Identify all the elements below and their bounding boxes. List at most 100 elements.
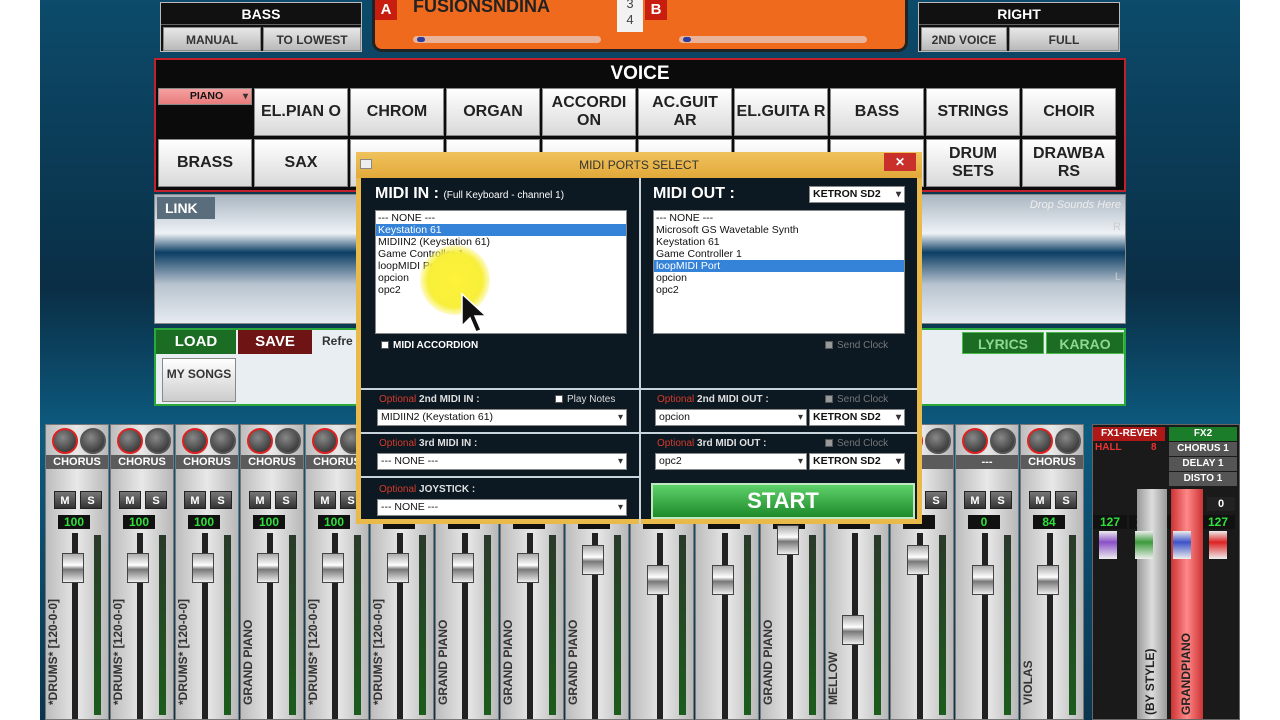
- mute-button[interactable]: M: [249, 491, 271, 509]
- mute-button[interactable]: M: [54, 491, 76, 509]
- fader-handle[interactable]: [972, 565, 994, 595]
- mute-button[interactable]: M: [964, 491, 986, 509]
- voice-button[interactable]: AC.GUIT AR: [638, 88, 732, 136]
- in3-select[interactable]: --- NONE ---: [377, 453, 627, 470]
- midi-port-option[interactable]: opc2: [376, 284, 626, 296]
- song-a-badge[interactable]: A: [375, 0, 397, 20]
- out2-device-select[interactable]: KETRON SD2: [809, 409, 905, 426]
- fader-handle[interactable]: [517, 553, 539, 583]
- mute-button[interactable]: M: [119, 491, 141, 509]
- solo-button[interactable]: S: [80, 491, 102, 509]
- knob-icon[interactable]: [117, 428, 143, 454]
- my-songs-button[interactable]: MY SONGS: [162, 358, 236, 402]
- voice-button[interactable]: STRINGS: [926, 88, 1020, 136]
- knob-icon[interactable]: [210, 428, 236, 454]
- fader-handle[interactable]: [647, 565, 669, 595]
- voice-button[interactable]: CHROM: [350, 88, 444, 136]
- midi-port-option[interactable]: Game Controller 1: [376, 248, 626, 260]
- knob-icon[interactable]: [1027, 428, 1053, 454]
- voice-button[interactable]: BASS: [830, 88, 924, 136]
- right-2nd-voice-button[interactable]: 2ND VOICE: [921, 27, 1007, 51]
- knob-icon[interactable]: [925, 428, 951, 454]
- fader-handle[interactable]: [257, 553, 279, 583]
- knob-icon[interactable]: [52, 428, 78, 454]
- out2-send-clock-checkbox[interactable]: Send Clock: [825, 394, 888, 405]
- out3-device-select[interactable]: KETRON SD2: [809, 453, 905, 470]
- midi-port-option[interactable]: Keystation 61: [376, 224, 626, 236]
- fader-handle[interactable]: [192, 553, 214, 583]
- song-a-progress[interactable]: [413, 36, 601, 43]
- midi-port-option[interactable]: MIDIIN2 (Keystation 61): [376, 236, 626, 248]
- midi-port-option[interactable]: --- NONE ---: [376, 212, 626, 224]
- progress-handle[interactable]: [683, 37, 691, 42]
- voice-button[interactable]: ORGAN: [446, 88, 540, 136]
- voice-button[interactable]: ACCORDI ON: [542, 88, 636, 136]
- solo-button[interactable]: S: [210, 491, 232, 509]
- knob-icon[interactable]: [80, 428, 106, 454]
- fx-fader-1[interactable]: [1099, 531, 1117, 559]
- solo-button[interactable]: S: [990, 491, 1012, 509]
- midi-port-option[interactable]: opc2: [654, 284, 904, 296]
- solo-button[interactable]: S: [275, 491, 297, 509]
- out3-select[interactable]: opc2: [655, 453, 807, 470]
- song-b-progress[interactable]: [679, 36, 867, 43]
- song-b-badge[interactable]: B: [645, 0, 667, 20]
- solo-button[interactable]: S: [145, 491, 167, 509]
- fader-handle[interactable]: [452, 553, 474, 583]
- midi-accordion-checkbox[interactable]: MIDI ACCORDION: [381, 340, 478, 351]
- midi-port-option[interactable]: --- NONE ---: [654, 212, 904, 224]
- knob-icon[interactable]: [182, 428, 208, 454]
- in2-select[interactable]: MIDIIN2 (Keystation 61): [377, 409, 627, 426]
- fader-handle[interactable]: [842, 615, 864, 645]
- progress-handle[interactable]: [417, 37, 425, 42]
- voice-button[interactable]: EL.GUITA R: [734, 88, 828, 136]
- fx-fader-3[interactable]: [1173, 531, 1191, 559]
- fx-fader-4[interactable]: [1209, 531, 1227, 559]
- midi-port-option[interactable]: loopMIDI Port: [654, 260, 904, 272]
- fader-handle[interactable]: [907, 545, 929, 575]
- fx2-disto[interactable]: DISTO 1: [1169, 472, 1237, 486]
- fx2-delay[interactable]: DELAY 1: [1169, 457, 1237, 471]
- voice-button[interactable]: DRUM SETS: [926, 139, 1020, 187]
- fx2-chorus[interactable]: CHORUS 1: [1169, 442, 1237, 456]
- bass-manual-button[interactable]: MANUAL: [163, 27, 261, 51]
- mute-button[interactable]: M: [1029, 491, 1051, 509]
- start-button[interactable]: START: [651, 483, 915, 519]
- mute-button[interactable]: M: [184, 491, 206, 509]
- fx2-label[interactable]: FX2: [1169, 427, 1237, 441]
- voice-button[interactable]: EL.PIAN O: [254, 88, 348, 136]
- play-notes-checkbox[interactable]: Play Notes: [555, 394, 615, 405]
- knob-icon[interactable]: [1055, 428, 1081, 454]
- voice-button[interactable]: DRAWBA RS: [1022, 139, 1116, 187]
- fader-handle[interactable]: [127, 553, 149, 583]
- voice-button[interactable]: SAX: [254, 139, 348, 187]
- close-button[interactable]: ✕: [884, 153, 916, 171]
- send-clock-checkbox[interactable]: Send Clock: [825, 340, 888, 351]
- fx1-reverb-label[interactable]: FX1-REVER: [1093, 427, 1165, 441]
- voice-button[interactable]: PIANO: [158, 88, 252, 105]
- mute-button[interactable]: M: [314, 491, 336, 509]
- solo-button[interactable]: S: [1055, 491, 1077, 509]
- midi-port-option[interactable]: Game Controller 1: [654, 248, 904, 260]
- fader-handle[interactable]: [777, 525, 799, 555]
- voice-button[interactable]: BRASS: [158, 139, 252, 187]
- knob-icon[interactable]: [990, 428, 1016, 454]
- joystick-select[interactable]: --- NONE ---: [377, 499, 627, 516]
- knob-icon[interactable]: [962, 428, 988, 454]
- karaoke-button[interactable]: KARAO: [1046, 332, 1124, 354]
- refresh-label[interactable]: Refre: [322, 334, 353, 348]
- fader-handle[interactable]: [582, 545, 604, 575]
- lyrics-button[interactable]: LYRICS: [962, 332, 1044, 354]
- fader-handle[interactable]: [387, 553, 409, 583]
- knob-icon[interactable]: [247, 428, 273, 454]
- knob-icon[interactable]: [312, 428, 338, 454]
- fader-handle[interactable]: [62, 553, 84, 583]
- midi-in-listbox[interactable]: --- NONE --- Keystation 61 MIDIIN2 (Keysta…: [375, 210, 627, 334]
- load-button[interactable]: LOAD: [156, 330, 236, 354]
- dialog-titlebar[interactable]: MIDI PORTS SELECT ✕: [356, 152, 922, 178]
- out3-send-clock-checkbox[interactable]: Send Clock: [825, 438, 888, 449]
- midi-out-device-select[interactable]: KETRON SD2: [809, 186, 905, 203]
- solo-button[interactable]: S: [925, 491, 947, 509]
- fader-handle[interactable]: [322, 553, 344, 583]
- midi-port-option[interactable]: loopMIDI Port: [376, 260, 626, 272]
